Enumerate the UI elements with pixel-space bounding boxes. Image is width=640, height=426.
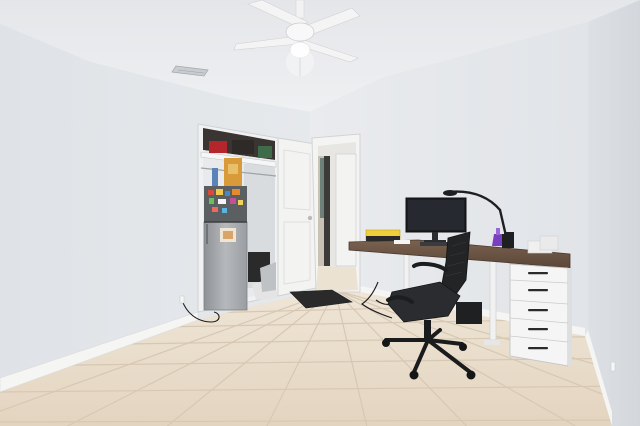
closet-item-red-box (209, 141, 227, 153)
room-photo (0, 0, 640, 426)
desk-storage-box (456, 302, 482, 324)
closet-item-green-box (258, 146, 272, 158)
hallway-doorway (311, 133, 361, 293)
power-outlet (179, 295, 185, 304)
desk-paper (394, 240, 410, 244)
mini-fridge (203, 186, 248, 311)
open-door (277, 137, 317, 297)
room-scene (0, 0, 640, 426)
closet-item-bottle (212, 168, 218, 186)
door-handle (307, 215, 313, 221)
closet-item-dark-bag (232, 140, 254, 154)
power-outlet-right-wall (610, 361, 616, 372)
desk-yellow-box (365, 229, 401, 241)
drawer-unit (509, 263, 572, 367)
